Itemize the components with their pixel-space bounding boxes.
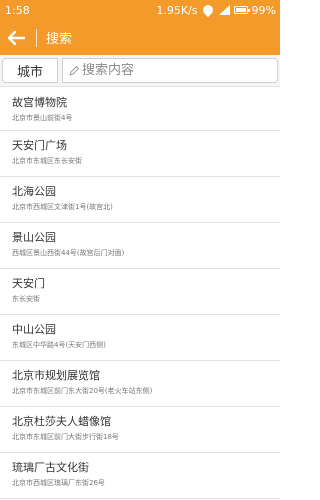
city-label: 城市 [16, 65, 43, 80]
battery-icon [233, 6, 250, 14]
result-item[interactable]: 琉璃厂古文化街 北京市西城区琉璃厂东街26号 [0, 453, 280, 499]
result-name: 琉璃厂古文化街 [12, 461, 89, 474]
battery-level: 99% [251, 3, 276, 17]
search-row: 城市 [0, 55, 280, 87]
result-item[interactable]: 北海公园 北京市西城区文津街1号(故宫北) [0, 177, 280, 223]
result-address: 西城区景山西街44号(故宫后门对面) [12, 249, 125, 257]
result-address: 北京市东城区东长安街 [12, 157, 82, 165]
result-address: 北京市东城区前门东大街20号(老火车站东侧) [12, 387, 153, 395]
result-name: 天安门 [12, 277, 45, 290]
result-item[interactable]: 景山公园 西城区景山西街44号(故宫后门对面) [0, 223, 280, 269]
arrow-left-icon [7, 30, 25, 45]
result-item[interactable]: 天安门广场 北京市东城区东长安街 [0, 131, 280, 177]
app-bar: 搜索 [0, 20, 280, 55]
result-name: 景山公园 [12, 231, 56, 244]
result-item[interactable]: 天安门 东长安街 [0, 269, 280, 315]
page-title: 搜索 [46, 32, 73, 47]
result-address: 北京市西城区文津街1号(故宫北) [12, 203, 113, 211]
result-name: 北京杜莎夫人蜡像馆 [12, 415, 111, 428]
city-selector[interactable]: 城市 [2, 58, 58, 83]
pencil-icon [67, 64, 81, 78]
result-address: 东城区中华路4号(天安门西侧) [12, 341, 106, 349]
search-box[interactable] [62, 58, 278, 83]
result-name: 北海公园 [12, 185, 56, 198]
network-speed: 1.95K/s [156, 3, 198, 17]
status-bar: 1:58 1.95K/s 99% [0, 0, 280, 20]
result-item[interactable]: 北京市规划展览馆 北京市东城区前门东大街20号(老火车站东侧) [0, 361, 280, 407]
back-button[interactable] [6, 28, 26, 48]
result-address: 北京市景山前街4号 [12, 114, 73, 122]
result-name: 中山公园 [12, 323, 56, 336]
result-list: 故宫博物院 北京市景山前街4号 天安门广场 北京市东城区东长安街 北海公园 北京… [0, 87, 280, 500]
result-address: 东长安街 [12, 295, 40, 303]
signal-icon [218, 5, 230, 15]
app-bar-divider [36, 28, 37, 47]
result-item[interactable]: 故宫博物院 北京市景山前街4号 [0, 87, 280, 131]
result-item[interactable]: 北京杜莎夫人蜡像馆 北京市东城区前门大街步行街18号 [0, 407, 280, 453]
result-address: 北京市西城区琉璃厂东街26号 [12, 479, 105, 487]
result-name: 故宫博物院 [12, 96, 67, 109]
result-name: 天安门广场 [12, 139, 67, 152]
search-input[interactable] [82, 63, 262, 78]
status-indicators: 1.95K/s 99% [156, 4, 276, 17]
result-item[interactable]: 中山公园 东城区中华路4号(天安门西侧) [0, 315, 280, 361]
wifi-icon [202, 5, 214, 15]
result-address: 北京市东城区前门大街步行街18号 [12, 433, 119, 441]
status-time: 1:58 [5, 3, 30, 17]
result-name: 北京市规划展览馆 [12, 369, 100, 382]
